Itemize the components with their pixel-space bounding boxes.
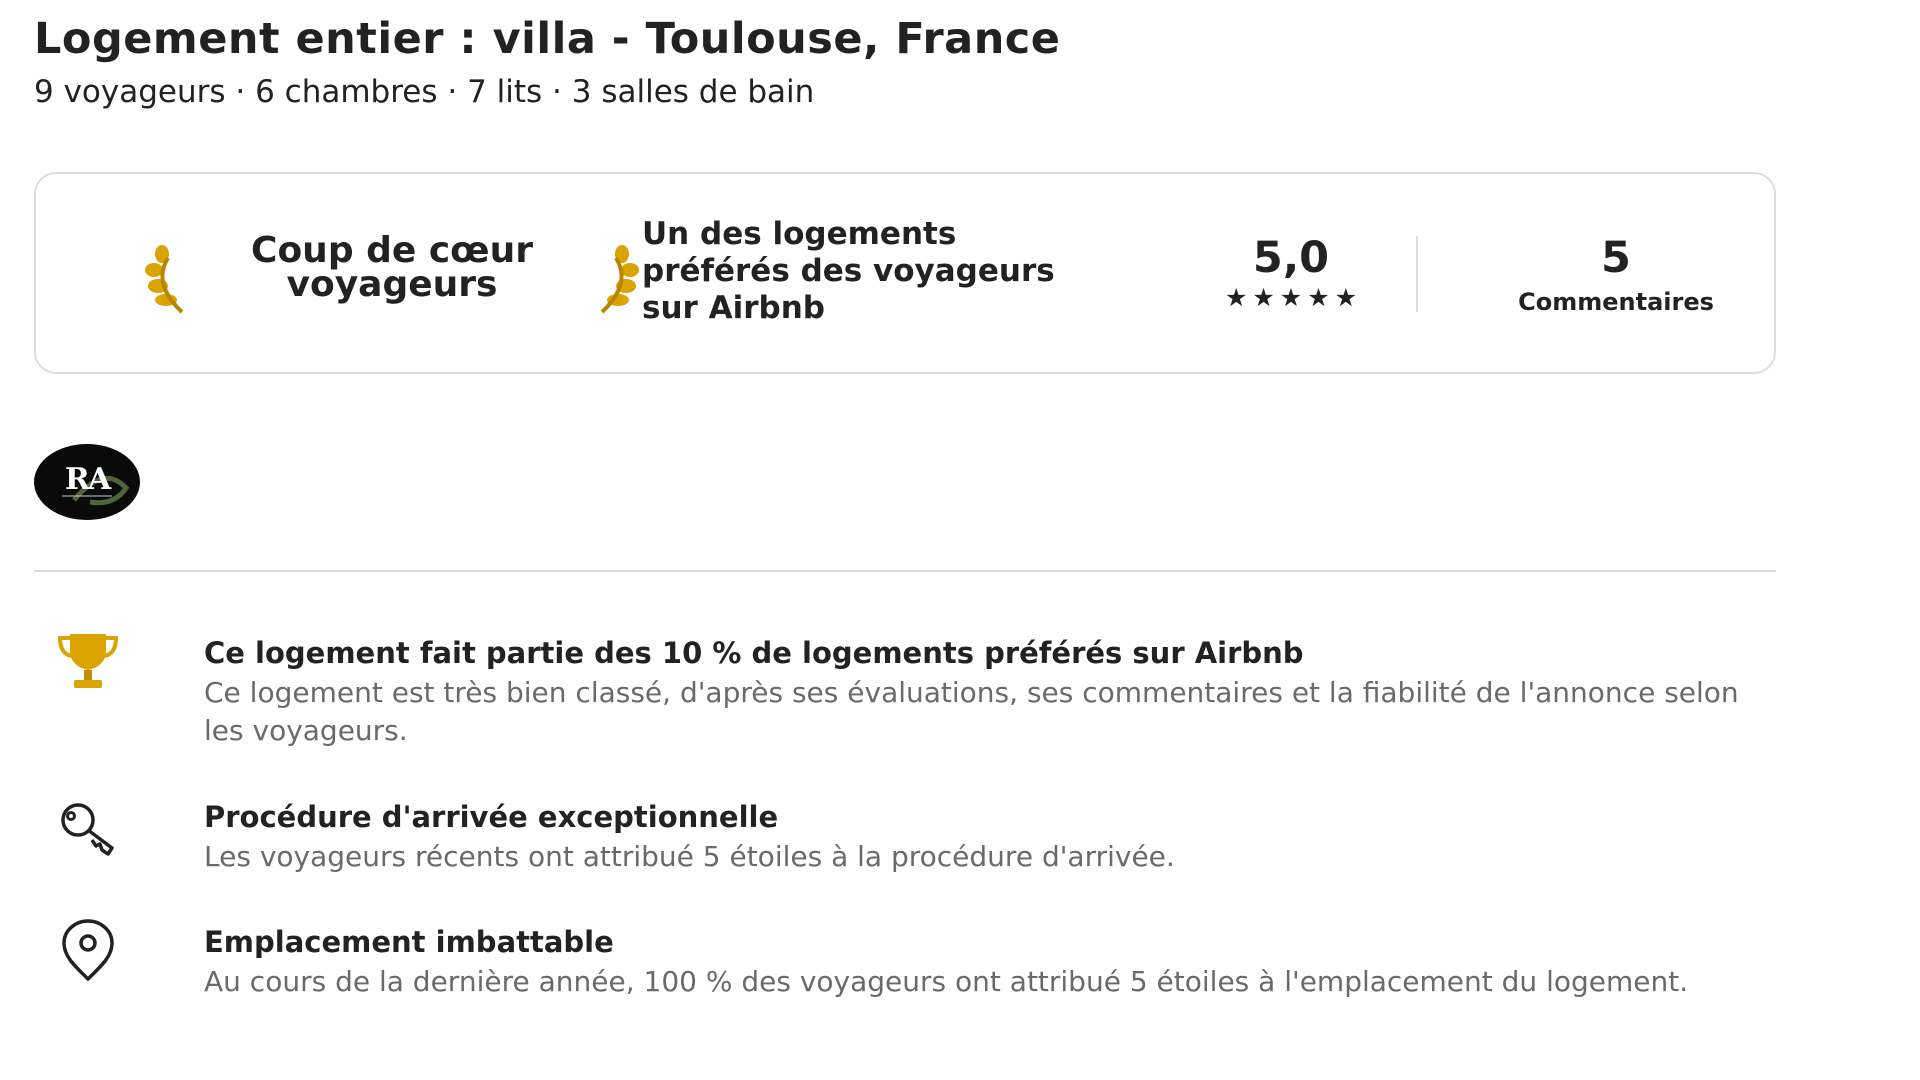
rating-stars: ★ ★ ★ ★ ★ [1186, 283, 1396, 312]
star-icon: ★ [1334, 283, 1358, 312]
listing-summary: 9 voyageurs · 6 chambres · 7 lits · 3 sa… [34, 74, 815, 110]
star-icon: ★ [1307, 283, 1330, 312]
guest-favorite-card[interactable]: Coup de cœur voyageurs Un des logements … [34, 172, 1776, 374]
guest-favorite-description-line2: préférés des voyageurs [642, 253, 1055, 289]
highlight-description: Ce logement est très bien classé, d'aprè… [204, 676, 1739, 747]
guest-favorite-description-line3: sur Airbnb [642, 290, 825, 326]
trophy-icon [57, 634, 119, 688]
guest-favorite-badge: Coup de cœur voyageurs [108, 230, 639, 324]
highlight-title: Procédure d'arrivée exceptionnelle [204, 800, 779, 834]
guest-favorite-label-line1: Coup de cœur [251, 230, 533, 271]
guest-favorite-description-line1: Un des logements [642, 216, 957, 252]
rating-divider [1416, 236, 1418, 312]
laurel-left-icon [145, 245, 184, 314]
guest-favorite-label: Coup de cœur voyageurs [208, 230, 576, 305]
highlight-description: Au cours de la dernière année, 100 % des… [204, 965, 1689, 998]
key-icon [61, 803, 114, 856]
rating-value: 5,0 [1252, 233, 1330, 283]
star-icon: ★ [1224, 283, 1248, 312]
reviews-label: Commentaires [1518, 288, 1714, 316]
guest-favorite-label-line2: voyageurs [286, 264, 498, 305]
star-icon: ★ [1252, 283, 1275, 312]
star-icon: ★ [1279, 283, 1303, 312]
highlight-title: Ce logement fait partie des 10 % de loge… [204, 636, 1304, 670]
guest-favorite-description: Un des logements préférés des voyageurs … [642, 216, 1142, 327]
highlight-title: Emplacement imbattable [204, 925, 614, 959]
section-divider [34, 570, 1776, 572]
listing-page: Logement entier : villa - Toulouse, Fran… [0, 0, 1920, 1080]
reviews-count: 5 [1601, 233, 1631, 283]
listing-title: Logement entier : villa - Toulouse, Fran… [34, 14, 1061, 64]
host-avatar-initials: RA [64, 462, 111, 497]
host-avatar[interactable]: RA [34, 444, 140, 520]
laurel-right-icon [600, 245, 639, 314]
reviews-summary[interactable]: 5 Commentaires [1466, 234, 1766, 316]
highlight-description: Les voyageurs récents ont attribué 5 éto… [204, 840, 1175, 873]
rating-summary: 5,0 ★ ★ ★ ★ ★ [1186, 234, 1396, 310]
map-pin-icon [62, 919, 114, 981]
